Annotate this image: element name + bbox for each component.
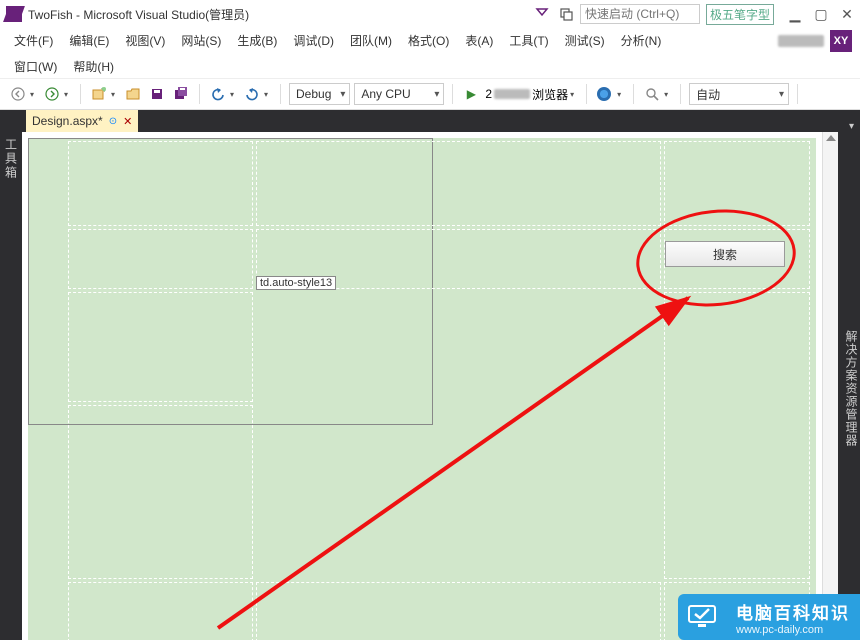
workspace: 工具箱 搜索 td.auto-style13 <box>0 132 860 640</box>
table-cell[interactable] <box>68 292 253 402</box>
table-cell[interactable] <box>68 582 253 640</box>
table-cell[interactable] <box>68 405 253 579</box>
toolbar: ▾ ▾ ▾ ▾ ▾ Debug Any CPU ▶ 2 浏览器 ▾ ▾ ▾ 自动 <box>0 78 860 110</box>
chevron-down-icon[interactable]: ▾ <box>30 90 38 99</box>
start-debug-button[interactable]: ▶ <box>461 84 481 104</box>
chevron-down-icon[interactable]: ▾ <box>664 90 672 99</box>
window-title: TwoFish - Microsoft Visual Studio(管理员) <box>28 6 249 23</box>
chevron-down-icon[interactable]: ▾ <box>617 90 625 99</box>
document-tab[interactable]: Design.aspx* ⊙ ✕ <box>26 110 138 132</box>
save-button[interactable] <box>147 84 167 104</box>
menu-help[interactable]: 帮助(H) <box>67 54 120 79</box>
minimize-button[interactable]: ▁ <box>788 7 802 21</box>
tab-title: Design.aspx* <box>32 114 103 128</box>
watermark-title: 电脑百科知识 <box>736 599 850 624</box>
menu-test[interactable]: 测试(S) <box>559 28 611 53</box>
save-all-button[interactable] <box>171 84 191 104</box>
browser-link-button[interactable] <box>595 84 615 104</box>
watermark: 电脑百科知识 www.pc-daily.com <box>678 594 860 640</box>
monitor-icon <box>678 594 726 640</box>
chevron-down-icon[interactable]: ▾ <box>570 90 578 99</box>
right-rail: 解决方案资源管理器 团队资源管理器 诊断工具 属性 <box>838 132 860 640</box>
menu-build[interactable]: 生成(B) <box>231 28 283 53</box>
menu-window[interactable]: 窗口(W) <box>8 54 63 79</box>
vertical-scrollbar[interactable] <box>822 132 838 640</box>
menu-table[interactable]: 表(A) <box>459 28 499 53</box>
close-tab-icon[interactable]: ✕ <box>123 115 132 128</box>
chevron-down-icon[interactable]: ▾ <box>64 90 72 99</box>
menu-file[interactable]: 文件(F) <box>8 28 59 53</box>
nav-back-button[interactable] <box>8 84 28 104</box>
menu-bar-row2: 窗口(W) 帮助(H) <box>0 54 860 78</box>
visual-studio-logo-icon <box>6 6 22 22</box>
solution-explorer-tab[interactable]: 解决方案资源管理器 <box>843 330 860 447</box>
table-cell[interactable] <box>664 292 810 579</box>
menu-bar: 文件(F) 编辑(E) 视图(V) 网站(S) 生成(B) 调试(D) 团队(M… <box>0 28 860 54</box>
blurred-text <box>494 89 530 99</box>
nav-forward-button[interactable] <box>42 84 62 104</box>
menu-website[interactable]: 网站(S) <box>175 28 227 53</box>
feedback-icon[interactable] <box>558 6 574 22</box>
chevron-down-icon[interactable]: ▾ <box>111 90 119 99</box>
maximize-button[interactable]: ▢ <box>814 7 828 21</box>
quick-launch-input[interactable] <box>580 4 700 24</box>
find-button[interactable] <box>642 84 662 104</box>
designer-canvas[interactable]: 搜索 td.auto-style13 <box>28 138 816 640</box>
design-surface[interactable]: 搜索 td.auto-style13 <box>22 132 838 640</box>
menu-analyze[interactable]: 分析(N) <box>615 28 668 53</box>
table-cell[interactable] <box>68 141 253 226</box>
close-button[interactable]: ✕ <box>840 7 854 21</box>
menu-team[interactable]: 团队(M) <box>344 28 398 53</box>
configuration-select[interactable]: Debug <box>289 83 350 105</box>
account-name-blurred <box>778 35 824 47</box>
account-badge[interactable]: XY <box>830 30 852 52</box>
menu-edit[interactable]: 编辑(E) <box>63 28 115 53</box>
watermark-url: www.pc-daily.com <box>736 624 850 636</box>
title-bar: TwoFish - Microsoft Visual Studio(管理员) 极… <box>0 0 860 28</box>
target-select[interactable]: 自动 <box>689 83 789 105</box>
chevron-down-icon[interactable]: ▾ <box>230 90 238 99</box>
menu-format[interactable]: 格式(O) <box>402 28 455 53</box>
undo-button[interactable] <box>208 84 228 104</box>
table-cell[interactable] <box>256 582 661 640</box>
menu-tools[interactable]: 工具(T) <box>503 28 554 53</box>
redo-button[interactable] <box>242 84 262 104</box>
open-file-button[interactable] <box>123 84 143 104</box>
notifications-icon[interactable] <box>534 6 550 22</box>
ime-badge: 极五笔字型 <box>706 4 774 25</box>
toolbox-tab[interactable]: 工具箱 <box>0 132 22 640</box>
menu-debug[interactable]: 调试(D) <box>287 28 340 53</box>
new-project-button[interactable] <box>89 84 109 104</box>
document-tab-strip: Design.aspx* ⊙ ✕ ▾ <box>0 110 860 132</box>
menu-view[interactable]: 视图(V) <box>119 28 171 53</box>
tab-overflow-button[interactable]: ▾ <box>843 121 860 132</box>
selection-tag-label: td.auto-style13 <box>256 276 336 290</box>
pin-icon[interactable]: ⊙ <box>109 116 117 127</box>
chevron-down-icon[interactable]: ▾ <box>264 90 272 99</box>
run-target-label[interactable]: 2 浏览器 <box>485 86 568 103</box>
platform-select[interactable]: Any CPU <box>354 83 444 105</box>
table-cell[interactable] <box>256 141 661 226</box>
table-cell[interactable] <box>68 229 253 289</box>
globe-icon <box>597 87 611 101</box>
